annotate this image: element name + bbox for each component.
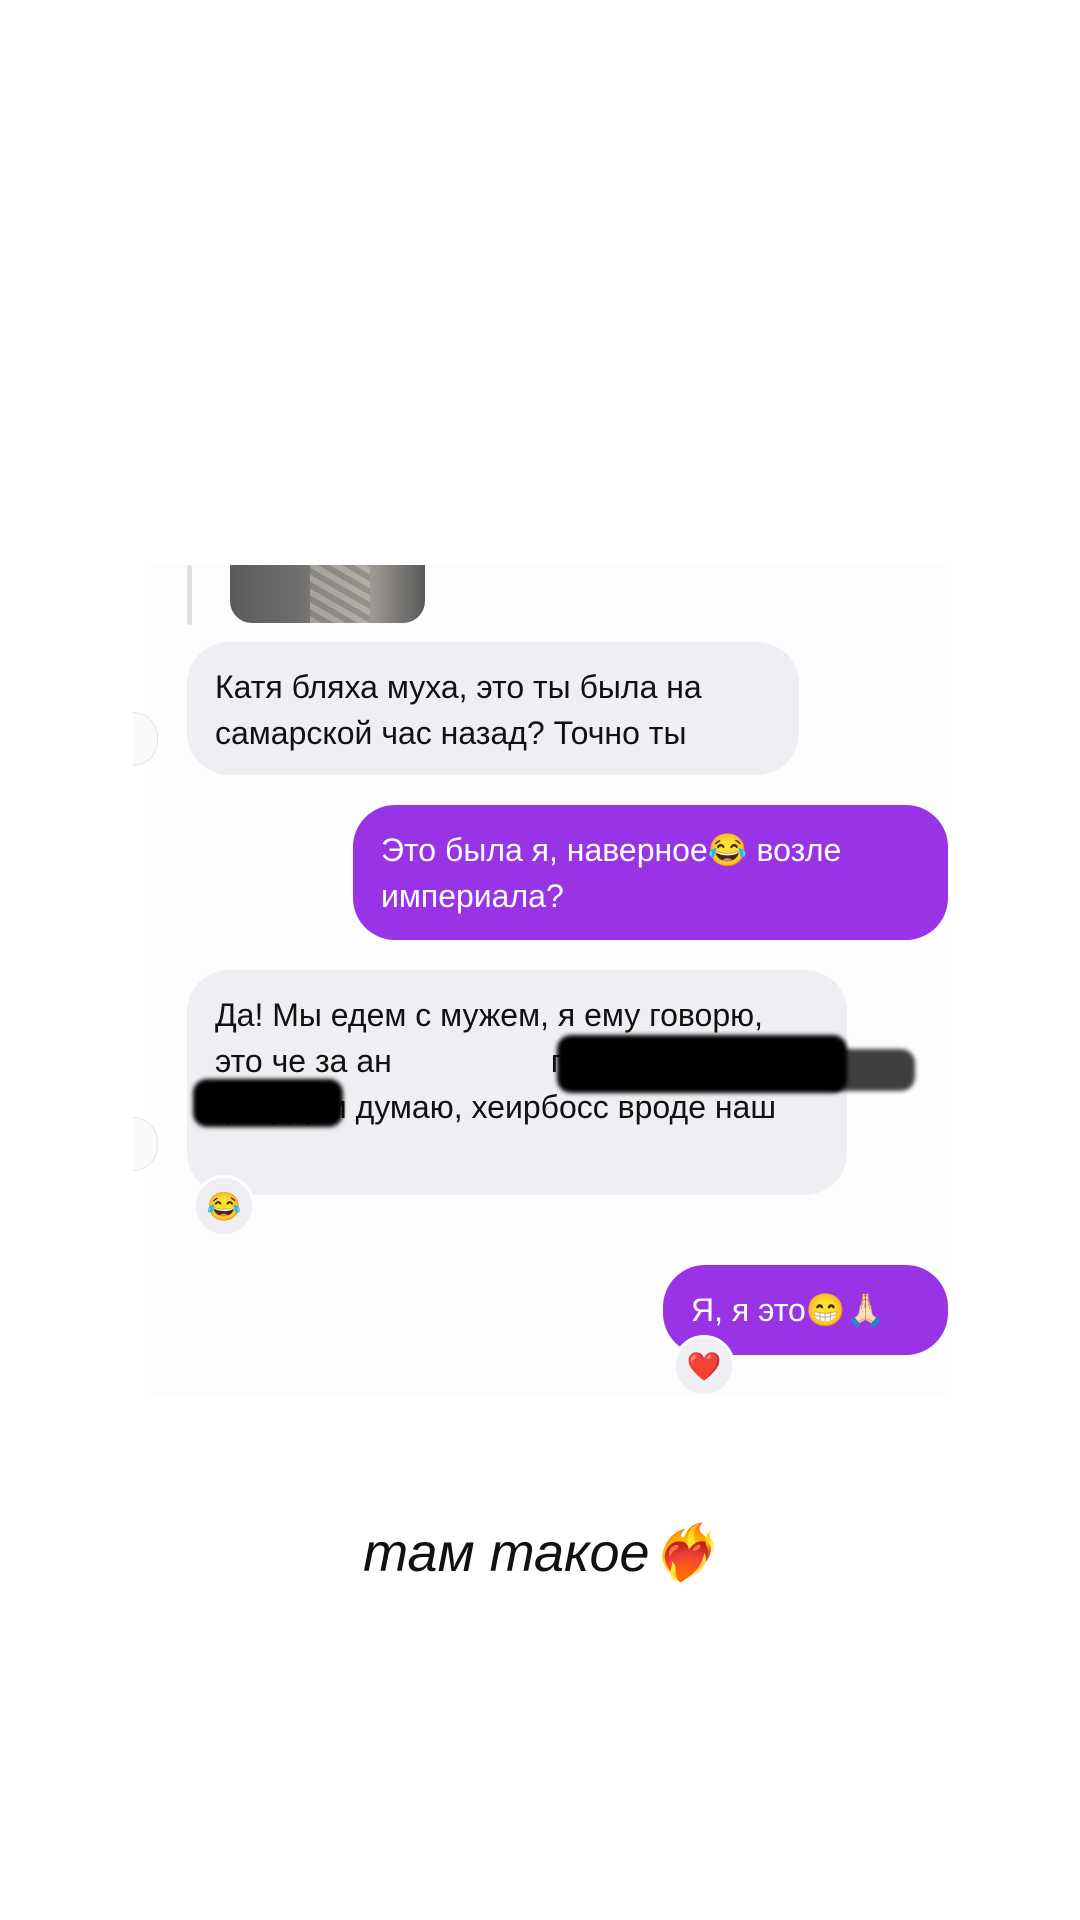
heart-emoji-icon: ❤️: [686, 1350, 722, 1382]
shared-photo-thumbnail[interactable]: [230, 565, 425, 623]
message-text: Катя бляха муха, это ты была на самарско…: [215, 669, 702, 751]
incoming-message[interactable]: Катя бляха муха, это ты была на самарско…: [187, 642, 799, 775]
redaction-mark: [557, 1035, 847, 1093]
laugh-emoji-icon: 😂: [206, 1190, 242, 1222]
story-caption: там такое❤️‍🔥: [363, 1523, 717, 1583]
outgoing-message[interactable]: Это была я, наверное😂 возле империала?: [353, 805, 948, 940]
redaction-mark: [825, 1049, 915, 1091]
chat-screenshot: Катя бляха муха, это ты была на самарско…: [133, 565, 948, 1397]
message-reaction[interactable]: ❤️: [673, 1335, 735, 1397]
sender-avatar[interactable]: [133, 1117, 158, 1171]
message-text: Это была я, наверное😂 возле империала?: [381, 832, 842, 914]
redaction-mark: [193, 1079, 343, 1127]
message-reaction[interactable]: 😂: [193, 1175, 255, 1237]
message-text: Я, я это😁🙏🏻: [691, 1292, 886, 1328]
reply-indicator: [187, 565, 192, 625]
sender-avatar[interactable]: [133, 712, 158, 766]
